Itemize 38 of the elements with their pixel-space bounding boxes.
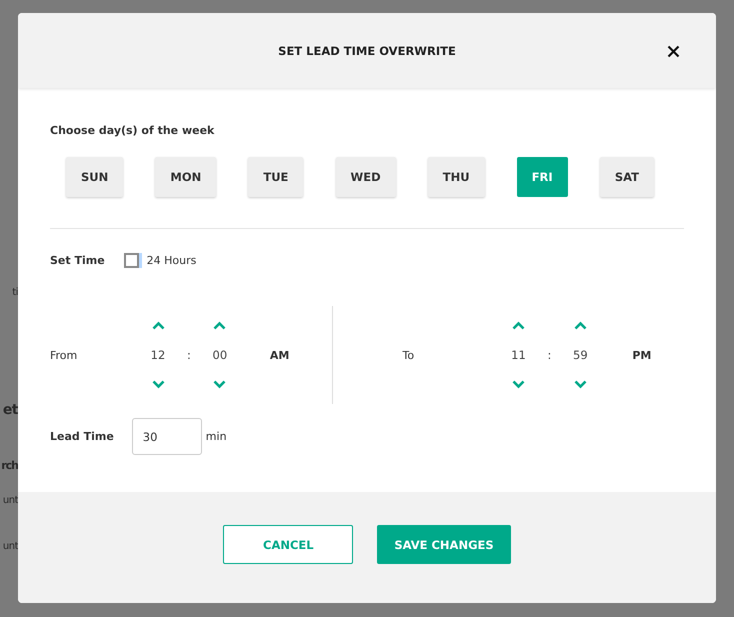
day-button[interactable]: TUE xyxy=(248,157,304,197)
hour-value: 12 xyxy=(150,348,166,362)
day-button[interactable]: MON xyxy=(155,157,216,197)
minute-value: 59 xyxy=(573,348,588,362)
time-separator: : xyxy=(548,348,552,362)
background-text: et xyxy=(2,402,18,418)
background-text: ti xyxy=(12,286,18,298)
chevron-down-icon[interactable] xyxy=(152,380,164,389)
chevron-up-icon[interactable] xyxy=(512,321,525,330)
background-text: unt xyxy=(2,540,18,552)
close-icon[interactable] xyxy=(667,45,680,58)
time-label: To xyxy=(402,348,416,362)
chevron-up-icon[interactable] xyxy=(574,321,587,330)
meridiem-label: AM xyxy=(270,348,290,362)
chevron-down-icon[interactable] xyxy=(512,380,525,389)
meridiem-label: PM xyxy=(632,348,652,362)
days-label: Choose day(s) of the week xyxy=(50,124,216,137)
chevron-down-icon[interactable] xyxy=(574,380,587,389)
day-button[interactable]: WED xyxy=(336,157,396,197)
hour-value: 11 xyxy=(511,348,526,362)
chevron-up-icon[interactable] xyxy=(152,321,164,330)
time-label: From xyxy=(50,348,78,362)
background-text: unt xyxy=(2,494,18,506)
checkbox-label: 24 Hours xyxy=(146,254,196,267)
dialog-title: SET LEAD TIME OVERWRITE xyxy=(278,44,456,58)
day-button[interactable]: SAT xyxy=(600,157,654,197)
background-text: rch xyxy=(1,458,18,472)
chevron-down-icon[interactable] xyxy=(213,380,226,389)
chevron-up-icon[interactable] xyxy=(213,321,226,330)
lead-time-field[interactable]: 30 xyxy=(132,418,202,455)
day-button[interactable]: SUN xyxy=(66,157,124,197)
checkbox[interactable] xyxy=(124,253,139,268)
minute-value: 00 xyxy=(212,348,228,362)
day-button[interactable]: THU xyxy=(428,157,485,197)
set-time-label: Set Time xyxy=(50,254,105,267)
time-separator: : xyxy=(187,348,191,362)
lead-time-label: Lead Time xyxy=(50,430,114,443)
unit-label: min xyxy=(206,430,227,443)
